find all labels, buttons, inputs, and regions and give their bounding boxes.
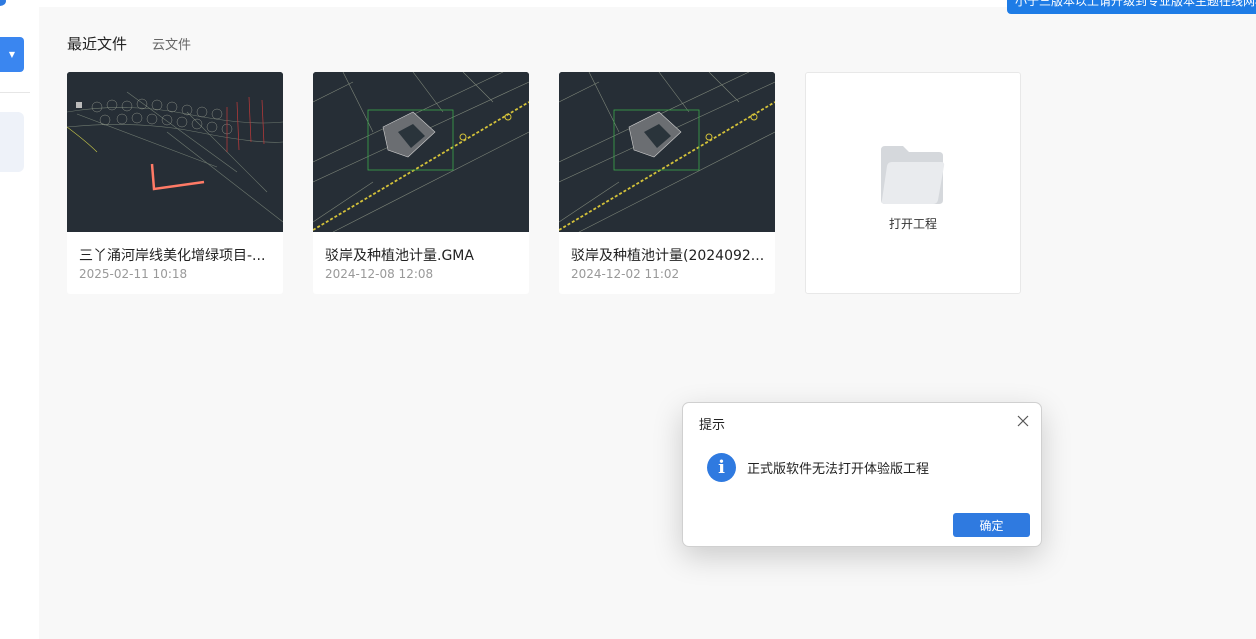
open-project-card[interactable]: 打开工程 (805, 72, 1021, 294)
recent-file-card[interactable]: 驳岸及种植池计量(2024092... 2024-12-02 11:02 (559, 72, 775, 294)
sidebar-dropdown-button[interactable]: ▼ (0, 37, 24, 72)
cad-thumbnail (559, 72, 775, 232)
sidebar: ▼ (0, 0, 38, 639)
caret-down-icon: ▼ (8, 49, 16, 59)
file-name: 驳岸及种植池计量.GMA (325, 248, 474, 264)
file-date: 2024-12-08 12:08 (325, 267, 434, 281)
recent-file-card[interactable]: 驳岸及种植池计量.GMA 2024-12-08 12:08 (313, 72, 529, 294)
dialog-title: 提示 (699, 418, 726, 433)
file-date: 2024-12-02 11:02 (571, 267, 680, 281)
upgrade-banner[interactable]: 小于三版本以上请升级到专业版本主题在线网格 (1007, 0, 1256, 14)
cad-thumbnail (313, 72, 529, 232)
ok-button[interactable]: 确定 (953, 513, 1030, 537)
file-tabs: 最近文件 云文件 (67, 33, 191, 54)
tab-recent-files[interactable]: 最近文件 (67, 33, 127, 54)
cad-thumbnail (67, 72, 283, 232)
close-icon[interactable] (1015, 413, 1031, 429)
file-date: 2025-02-11 10:18 (79, 267, 188, 281)
sidebar-logo-dot (0, 0, 6, 6)
open-project-label: 打开工程 (888, 217, 937, 231)
tab-cloud-files[interactable]: 云文件 (152, 34, 191, 53)
sidebar-selected-item[interactable] (0, 112, 24, 172)
file-name: 驳岸及种植池计量(2024092... (571, 248, 765, 264)
alert-dialog: 提示 i 正式版软件无法打开体验版工程 确定 (682, 402, 1042, 547)
file-name: 三丫涌河岸线美化增绿项目-... (79, 248, 266, 264)
sidebar-divider (0, 92, 30, 93)
dialog-message: 正式版软件无法打开体验版工程 (747, 462, 930, 477)
recent-file-card[interactable]: 三丫涌河岸线美化增绿项目-... 2025-02-11 10:18 (67, 72, 283, 294)
info-icon: i (707, 453, 736, 482)
folder-icon (881, 146, 945, 208)
